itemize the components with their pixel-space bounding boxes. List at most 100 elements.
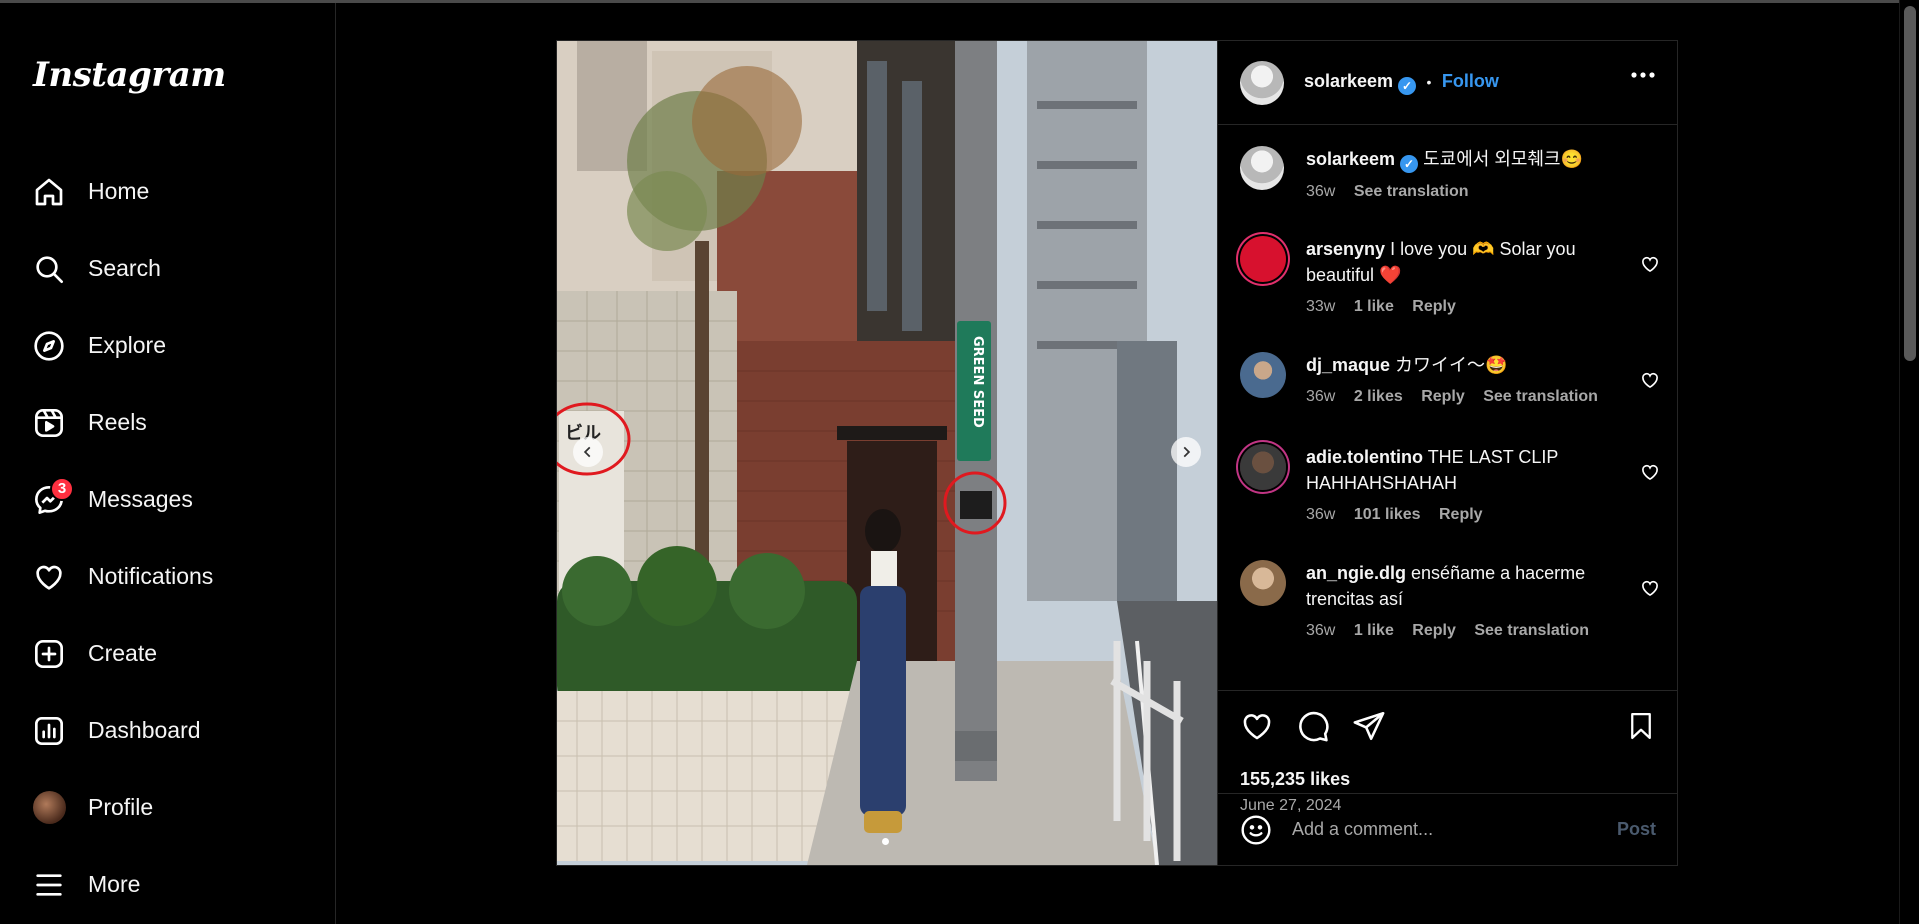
comment-body: dj_maque カワイイ〜🤩 36w 2 likes Reply See tr…: [1306, 352, 1636, 410]
sidebar-item-label: More: [88, 871, 141, 897]
caption-age: 36w: [1306, 183, 1336, 200]
comment-item: adie.tolentino THE LAST CLIP HAHHAHSHAHA…: [1240, 444, 1660, 544]
more-options-icon[interactable]: [1630, 71, 1656, 79]
author-username[interactable]: solarkeem: [1304, 71, 1393, 91]
like-comment-heart-icon[interactable]: [1640, 370, 1660, 390]
chevron-right-icon: [1183, 446, 1191, 458]
comment-bubble-icon[interactable]: [1296, 709, 1330, 743]
caption: solarkeem ✓ 도쿄에서 외모췌크😊 36w See translatio…: [1240, 146, 1660, 216]
comment-meta: 36w 101 likes Reply: [1306, 502, 1616, 528]
hamburger-icon: [32, 868, 66, 902]
sidebar: Instagram Home Search Explore Reels 3 Me…: [0, 3, 336, 924]
like-comment-heart-icon[interactable]: [1640, 254, 1660, 274]
sidebar-item-label: Explore: [88, 332, 166, 358]
likes-count[interactable]: 155,235 likes: [1240, 769, 1350, 790]
emoji-icon[interactable]: [1240, 814, 1272, 846]
comment-username[interactable]: adie.tolentino: [1306, 447, 1423, 467]
post-side-panel: solarkeem ✓ • Follow solarkeem ✓ 도쿄에서 외모췌크…: [1217, 41, 1678, 865]
see-translation-link[interactable]: See translation: [1483, 388, 1598, 405]
comment-likes[interactable]: 2 likes: [1354, 388, 1403, 405]
reply-button[interactable]: Reply: [1412, 622, 1456, 639]
action-icons: [1240, 709, 1386, 743]
chevron-left-icon: [583, 446, 591, 458]
avatar[interactable]: [1240, 236, 1286, 282]
comment-input[interactable]: Add a comment...: [1292, 819, 1617, 840]
comment-likes[interactable]: 1 like: [1354, 298, 1394, 315]
sidebar-item-notifications[interactable]: Notifications: [0, 538, 336, 615]
instagram-logo[interactable]: Instagram: [33, 55, 226, 95]
comment-username[interactable]: an_ngie.dlg: [1306, 563, 1406, 583]
reply-button[interactable]: Reply: [1412, 298, 1456, 315]
follow-button[interactable]: Follow: [1442, 71, 1499, 91]
sidebar-item-label: Create: [88, 640, 158, 666]
like-comment-heart-icon[interactable]: [1640, 578, 1660, 598]
avatar[interactable]: [1240, 444, 1286, 490]
reply-button[interactable]: Reply: [1421, 388, 1465, 405]
see-translation-link[interactable]: See translation: [1354, 183, 1469, 200]
sidebar-item-label: Notifications: [88, 563, 214, 589]
comment-meta: 36w 2 likes Reply See translation: [1306, 384, 1636, 410]
messages-badge: 3: [50, 476, 74, 501]
share-paper-plane-icon[interactable]: [1352, 709, 1386, 743]
like-heart-icon[interactable]: [1240, 709, 1274, 743]
comment-text: カワイイ〜🤩: [1395, 355, 1508, 375]
avatar[interactable]: [1240, 352, 1286, 398]
street-scene-image: ビル GREEN SEED: [557, 41, 1217, 865]
comment-age: 33w: [1306, 298, 1336, 315]
sidebar-item-reels[interactable]: Reels: [0, 384, 336, 461]
reply-button[interactable]: Reply: [1439, 506, 1483, 523]
sidebar-item-label: Messages: [88, 486, 193, 512]
comment-age: 36w: [1306, 388, 1336, 405]
post-dialog: ビル GREEN SEED solarkeem ✓ • Follow solar…: [556, 40, 1678, 866]
chart-icon: [32, 714, 66, 748]
sidebar-item-explore[interactable]: Explore: [0, 307, 336, 384]
comment-item: dj_maque カワイイ〜🤩 36w 2 likes Reply See tr…: [1240, 352, 1660, 422]
home-icon: [32, 175, 66, 209]
search-icon: [32, 252, 66, 286]
bookmark-icon[interactable]: [1626, 709, 1656, 743]
like-comment-heart-icon[interactable]: [1640, 462, 1660, 482]
avatar: [32, 791, 66, 824]
caption-text: 도쿄에서 외모췌크😊: [1423, 149, 1583, 169]
sidebar-item-create[interactable]: Create: [0, 615, 336, 692]
sidebar-item-home[interactable]: Home: [0, 153, 336, 230]
comment-likes[interactable]: 101 likes: [1354, 506, 1421, 523]
comment-username[interactable]: arsenyny: [1306, 239, 1385, 259]
post-comment-button[interactable]: Post: [1617, 819, 1656, 840]
messenger-icon: 3: [32, 476, 74, 517]
sidebar-item-label: Search: [88, 255, 161, 281]
pole-sign-text: GREEN SEED: [970, 336, 985, 428]
reels-icon: [32, 406, 66, 440]
previous-photo-button[interactable]: [573, 437, 603, 467]
caption-meta: 36w See translation: [1306, 179, 1666, 205]
author-info: solarkeem ✓ • Follow: [1304, 71, 1499, 95]
add-comment-bar: Add a comment... Post: [1218, 793, 1678, 865]
caption-username[interactable]: solarkeem: [1306, 149, 1395, 169]
verified-badge-icon: ✓: [1398, 76, 1417, 95]
comment-body: arsenyny I love you 🫶 Solar you beautifu…: [1306, 236, 1616, 320]
heart-icon: [32, 560, 66, 594]
see-translation-link[interactable]: See translation: [1474, 622, 1589, 639]
comment-meta: 36w 1 like Reply See translation: [1306, 618, 1636, 644]
author-avatar[interactable]: [1240, 60, 1284, 105]
comment-username[interactable]: dj_maque: [1306, 355, 1390, 375]
avatar[interactable]: [1240, 146, 1284, 190]
comment-age: 36w: [1306, 622, 1336, 639]
sidebar-item-profile[interactable]: Profile: [0, 769, 336, 846]
next-photo-button[interactable]: [1171, 437, 1201, 467]
sidebar-item-dashboard[interactable]: Dashboard: [0, 692, 336, 769]
sidebar-item-label: Reels: [88, 409, 147, 435]
sidebar-nav: Home Search Explore Reels 3 Messages Not…: [0, 153, 336, 923]
sidebar-item-search[interactable]: Search: [0, 230, 336, 307]
avatar[interactable]: [1240, 560, 1286, 606]
comment-likes[interactable]: 1 like: [1354, 622, 1394, 639]
post-photo[interactable]: ビル GREEN SEED: [557, 41, 1217, 865]
comment-meta: 33w 1 like Reply: [1306, 294, 1616, 320]
scrollbar-thumb[interactable]: [1904, 6, 1916, 361]
page-scrollbar[interactable]: [1899, 0, 1919, 924]
post-header: solarkeem ✓ • Follow: [1218, 41, 1678, 125]
comment-body: an_ngie.dlg enséñame a hacerme trencitas…: [1306, 560, 1636, 644]
sidebar-item-messages[interactable]: 3 Messages: [0, 461, 336, 538]
comments-list: solarkeem ✓ 도쿄에서 외모췌크😊 36w See translatio…: [1218, 126, 1678, 690]
sidebar-item-more[interactable]: More: [0, 846, 336, 923]
